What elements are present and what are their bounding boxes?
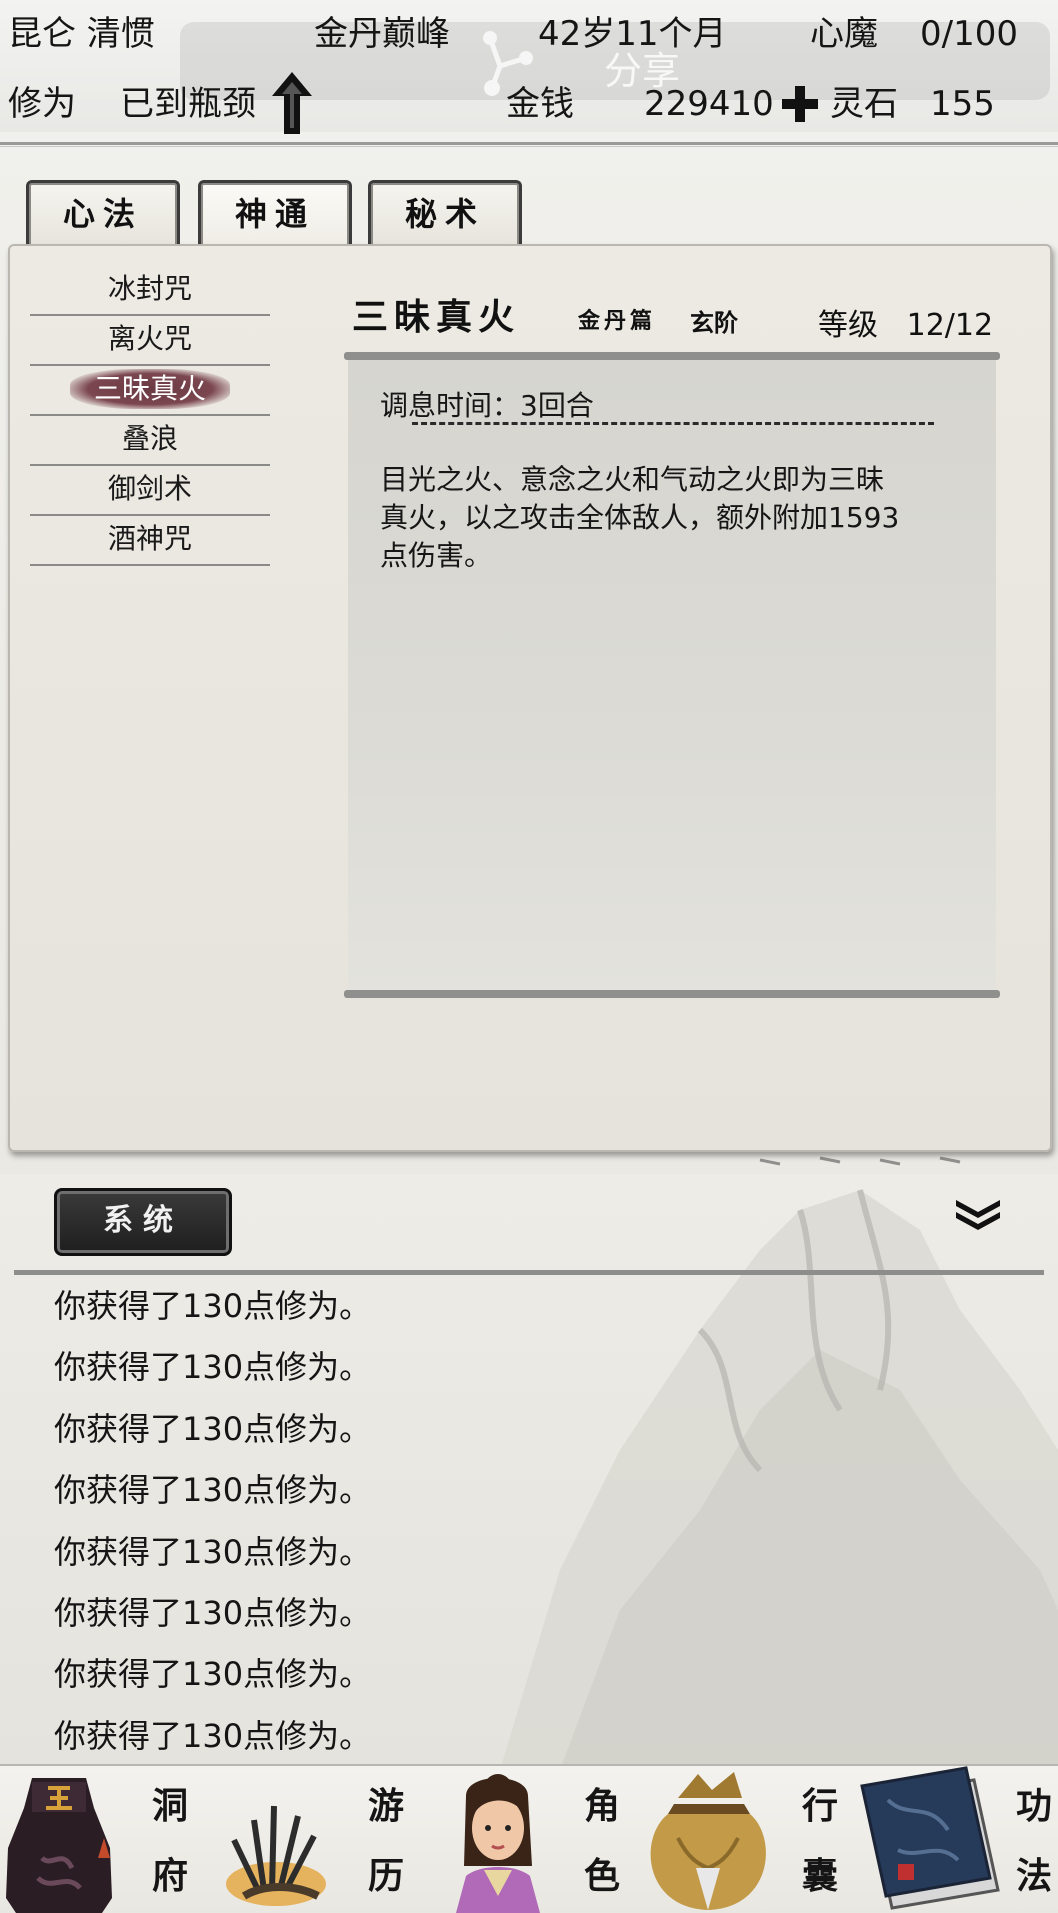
skill-item-jiushen[interactable]: 酒神咒 xyxy=(30,516,270,566)
nav-dongfu-2[interactable]: 府 xyxy=(150,1842,190,1910)
youli-grass-icon[interactable] xyxy=(214,1800,344,1913)
header-divider xyxy=(0,142,1058,145)
gongfa-books-icon[interactable] xyxy=(858,1760,1014,1913)
log-line: 你获得了130点修为。 xyxy=(54,1717,372,1755)
age: 42岁11个月 xyxy=(538,14,727,54)
nav-gongfa-1[interactable]: 功 xyxy=(1014,1772,1054,1840)
skill-level: 等级 12/12 xyxy=(818,300,993,344)
tab-xinfa[interactable]: 心法 xyxy=(26,180,180,246)
juese-character-icon[interactable] xyxy=(436,1766,560,1913)
skill-desc-line-3: 点伤害。 xyxy=(380,539,493,572)
skill-desc-line-2: 真火，以之攻击全体敌人，额外附加1593 xyxy=(380,501,900,534)
header-divider-inner xyxy=(0,146,1058,147)
nav-juese-1[interactable]: 角 xyxy=(582,1772,622,1840)
plus-icon[interactable] xyxy=(780,84,820,124)
skill-desc-line-1: 目光之火、意念之火和气动之火即为三昧 xyxy=(380,463,885,496)
money-label: 金钱 xyxy=(506,84,574,124)
nav-xingnang-2[interactable]: 囊 xyxy=(800,1842,840,1910)
spirit-stone-value: 155 xyxy=(930,84,995,124)
tab-mishu[interactable]: 秘术 xyxy=(368,180,522,246)
nav-gongfa-2[interactable]: 法 xyxy=(1014,1842,1054,1910)
skill-tier: 玄阶 xyxy=(690,309,738,337)
xingnang-bag-icon[interactable] xyxy=(638,1768,778,1913)
description-bottom-bar xyxy=(344,990,1000,998)
skill-item-bingfeng[interactable]: 冰封咒 xyxy=(30,266,270,316)
description-top-bar xyxy=(344,352,1000,360)
system-tab-button[interactable]: 系统 xyxy=(54,1188,232,1256)
nav-youli-1[interactable]: 游 xyxy=(366,1772,406,1840)
money-value: 229410 xyxy=(644,84,774,124)
log-line: 你获得了130点修为。 xyxy=(54,1594,372,1632)
cultivation-label: 修为 xyxy=(8,84,76,124)
skill-chapter: 金丹篇 xyxy=(578,308,657,334)
spirit-stone-label: 灵石 xyxy=(830,84,898,124)
dongfu-bag-icon[interactable] xyxy=(2,1768,116,1913)
skill-title: 三昧真火 xyxy=(352,296,521,338)
skill-cooldown: 调息时间：3回合 xyxy=(380,389,594,422)
heart-demon-value: 0/100 xyxy=(920,14,1018,54)
skill-item-yujian[interactable]: 御剑术 xyxy=(30,466,270,516)
log-line: 你获得了130点修为。 xyxy=(54,1348,372,1386)
nav-xingnang-1[interactable]: 行 xyxy=(800,1772,840,1840)
dashed-divider xyxy=(412,422,934,425)
nav-juese-2[interactable]: 色 xyxy=(582,1842,622,1910)
skill-item-dielang[interactable]: 叠浪 xyxy=(30,416,270,466)
cultivation-value: 已到瓶颈 xyxy=(120,84,256,124)
skill-item-sanmei-selected[interactable]: 三昧真火 xyxy=(30,366,270,416)
sect-name: 昆仑 清惯 xyxy=(8,14,155,54)
log-line: 你获得了130点修为。 xyxy=(54,1533,372,1571)
log-divider xyxy=(14,1270,1044,1275)
heart-demon-label: 心魔 xyxy=(810,14,878,54)
collapse-chevron-icon[interactable] xyxy=(952,1196,1004,1230)
skill-item-label: 三昧真火 xyxy=(69,369,230,409)
log-line: 你获得了130点修为。 xyxy=(54,1655,372,1693)
log-line: 你获得了130点修为。 xyxy=(54,1410,372,1448)
description-box xyxy=(348,360,996,990)
realm: 金丹巅峰 xyxy=(314,14,450,54)
skill-item-lihuo[interactable]: 离火咒 xyxy=(30,316,270,366)
log-line: 你获得了130点修为。 xyxy=(54,1471,372,1509)
nav-dongfu-1[interactable]: 洞 xyxy=(150,1772,190,1840)
nav-youli-2[interactable]: 历 xyxy=(366,1842,406,1910)
skill-level-label: 等级 xyxy=(818,308,878,343)
tab-shentong[interactable]: 神通 xyxy=(198,180,352,246)
breakthrough-arrow-icon[interactable] xyxy=(270,70,314,136)
log-line: 你获得了130点修为。 xyxy=(54,1287,372,1325)
skill-level-value: 12/12 xyxy=(906,308,994,343)
